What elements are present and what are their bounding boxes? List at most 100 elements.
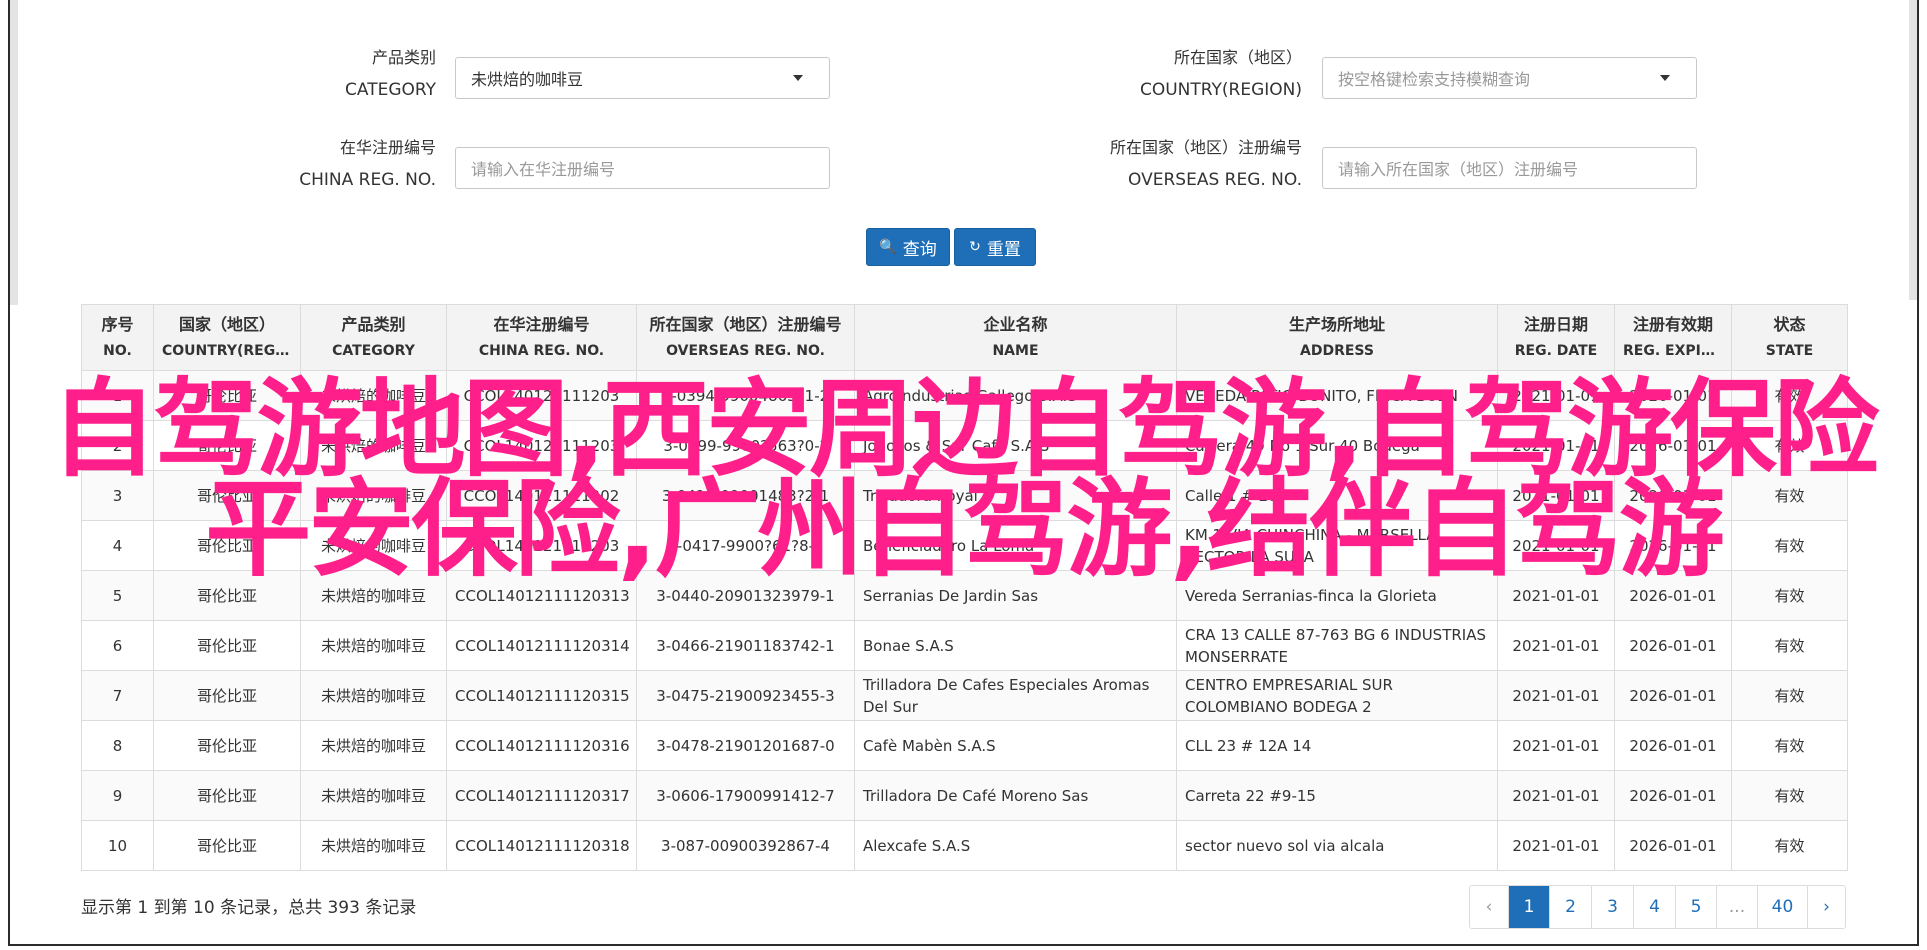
column-header-zh: 生产场所地址 xyxy=(1288,314,1385,334)
right-scrollbar[interactable] xyxy=(1909,0,1917,300)
china-reg-cell: CCOL14012111120317 xyxy=(446,770,637,821)
row-number: 9 xyxy=(81,770,154,821)
chevron-down-icon xyxy=(1660,75,1670,81)
column-header: 注册日期 REG. DATE xyxy=(1497,304,1615,371)
country-select[interactable]: 按空格键检索支持模糊查询 xyxy=(1322,57,1697,99)
column-header: 生产场所地址 ADDRESS xyxy=(1176,304,1498,371)
left-scrollbar[interactable] xyxy=(10,0,18,305)
address-cell: CLL 23 # 12A 14 xyxy=(1176,720,1498,771)
column-header-zh: 产品类别 xyxy=(341,314,406,334)
row-number: 6 xyxy=(81,620,154,671)
reg-date-cell: 2021-01-01 xyxy=(1497,370,1615,421)
reg-expire-cell: 2026-01-01 xyxy=(1614,820,1732,871)
reg-expire-cell: 2026-01-01 xyxy=(1614,770,1732,821)
overseas-reg-cell: 3-087-00900392867-4 xyxy=(636,820,855,871)
column-header-en: REG. EXPIRE ... xyxy=(1623,342,1723,359)
reset-button[interactable]: ↻ 重置 xyxy=(954,228,1036,266)
pagination-page[interactable]: 1 xyxy=(1508,886,1549,928)
name-cell: Jonocos & Sur Cafe S.A.S xyxy=(854,420,1177,471)
overseas-reg-label-zh: 所在国家（地区）注册编号 xyxy=(1109,138,1302,157)
reg-expire-cell: 2026-01-01 xyxy=(1614,720,1732,771)
pagination-next[interactable]: › xyxy=(1807,886,1845,928)
row-number: 2 xyxy=(81,420,154,471)
overseas-reg-cell: 3-0394-99004863?1-2 xyxy=(636,370,855,421)
china-reg-cell: CCOL14012111120313 xyxy=(446,570,637,621)
reg-expire-cell: 2026-01-01 xyxy=(1614,420,1732,471)
row-number: 10 xyxy=(81,820,154,871)
china-reg-cell: CCOL14012111120316 xyxy=(446,720,637,771)
column-header-zh: 注册有效期 xyxy=(1632,314,1713,334)
row-number: 3 xyxy=(81,470,154,521)
category-label: 产品类别 CATEGORY xyxy=(280,42,436,106)
country-label-en: COUNTRY(REGION) xyxy=(1139,80,1302,100)
category-cell: 未烘焙的咖啡豆 xyxy=(300,370,447,421)
column-header: 状态 STATE xyxy=(1731,304,1848,371)
column-header: 所在国家（地区）注册编号 OVERSEAS REG. NO. xyxy=(636,304,855,371)
category-cell: 未烘焙的咖啡豆 xyxy=(300,570,447,621)
refresh-icon: ↻ xyxy=(969,239,981,255)
column-header-zh: 注册日期 xyxy=(1523,314,1588,334)
overseas-reg-input[interactable]: 请输入所在国家（地区）注册编号 xyxy=(1322,147,1697,189)
category-label-zh: 产品类别 xyxy=(371,48,436,67)
address-cell: CENTRO EMPRESARIAL SUR COLOMBIANO BODEGA… xyxy=(1176,670,1498,721)
category-label-en: CATEGORY xyxy=(345,80,436,100)
china-reg-label: 在华注册编号 CHINA REG. NO. xyxy=(230,132,436,196)
column-header-en: NO. xyxy=(103,342,132,359)
address-cell: Carrera 49 No 1 Sur 40 Bodega xyxy=(1176,420,1498,471)
reg-expire-cell: 2026-01-01 xyxy=(1614,470,1732,521)
pagination-page[interactable]: 5 xyxy=(1675,886,1716,928)
reg-expire-cell: 2026-01-01 xyxy=(1614,570,1732,621)
pagination-page[interactable]: 3 xyxy=(1591,886,1633,928)
country-cell: 哥伦比亚 xyxy=(153,470,301,521)
china-reg-cell: CCOL14012111120315 xyxy=(446,670,637,721)
china-reg-label-zh: 在华注册编号 xyxy=(339,138,436,157)
china-reg-placeholder: 请输入在华注册编号 xyxy=(471,160,616,179)
overseas-reg-cell: 3-0417-9900?61?8-1 xyxy=(636,520,855,571)
reg-expire-cell: 2026-01-01 xyxy=(1614,370,1732,421)
category-cell: 未烘焙的咖啡豆 xyxy=(300,820,447,871)
column-header-zh: 所在国家（地区）注册编号 xyxy=(649,314,842,334)
table-row: 6 哥伦比亚 未烘焙的咖啡豆 CCOL14012111120314 3-0466-219… xyxy=(81,620,1848,671)
state-cell: 有效 xyxy=(1731,470,1848,521)
address-cell: Carreta 22 #9-15 xyxy=(1176,770,1498,821)
overseas-reg-cell: 3-0478-21901201687-0 xyxy=(636,720,855,771)
address-cell: KM 1 VIA CHINCHINA - MARSELLA SECTOR LA … xyxy=(1176,520,1498,571)
reg-date-cell: 2021-01-01 xyxy=(1497,570,1615,621)
reg-date-cell: 2021-01-01 xyxy=(1497,420,1615,471)
pagination-page[interactable]: 2 xyxy=(1549,886,1591,928)
china-reg-label-en: CHINA REG. NO. xyxy=(299,170,436,190)
state-cell: 有效 xyxy=(1731,620,1848,671)
column-header-en: COUNTRY(REGIO... xyxy=(162,342,292,359)
search-icon: 🔍 xyxy=(879,239,897,255)
column-header: 产品类别 CATEGORY xyxy=(300,304,447,371)
column-header-zh: 国家（地区） xyxy=(178,314,275,334)
china-reg-cell: CCOL14012111120318 xyxy=(446,820,637,871)
pagination: ‹ 1 2 3 4 5 ... 40 › xyxy=(1469,885,1846,929)
column-header-en: STATE xyxy=(1765,342,1814,359)
reset-button-label: 重置 xyxy=(986,239,1021,260)
column-header-zh: 企业名称 xyxy=(983,314,1048,334)
country-select-placeholder: 按空格键检索支持模糊查询 xyxy=(1338,70,1531,89)
state-cell: 有效 xyxy=(1731,370,1848,421)
column-header: 注册有效期 REG. EXPIRE ... xyxy=(1614,304,1732,371)
china-reg-cell: CCOL14012111120314 xyxy=(446,620,637,671)
pagination-page[interactable]: 40 xyxy=(1757,886,1807,928)
column-header-zh: 状态 xyxy=(1773,314,1806,334)
china-reg-input[interactable]: 请输入在华注册编号 xyxy=(455,147,830,189)
pagination-prev[interactable]: ‹ xyxy=(1470,886,1508,928)
column-header-en: REG. DATE xyxy=(1514,342,1598,359)
name-cell: Trilladora De Café Moreno Sas xyxy=(854,770,1177,821)
category-select[interactable]: 未烘焙的咖啡豆 xyxy=(455,57,830,99)
pagination-page[interactable]: 4 xyxy=(1633,886,1675,928)
category-cell: 未烘焙的咖啡豆 xyxy=(300,520,447,571)
search-button[interactable]: 🔍 查询 xyxy=(866,228,950,266)
name-cell: Cafè Mabèn S.A.S xyxy=(854,720,1177,771)
table-row: 2 哥伦比亚 未烘焙的咖啡豆 CCOL140121111203 3-0399-9900?… xyxy=(81,420,1848,471)
overseas-reg-cell: 3-0440-20901323979-1 xyxy=(636,570,855,621)
china-reg-cell: CCOL140121111202 xyxy=(446,470,637,521)
state-cell: 有效 xyxy=(1731,770,1848,821)
column-header: 企业名称 NAME xyxy=(854,304,1177,371)
country-cell: 哥伦比亚 xyxy=(153,670,301,721)
address-cell: VEREDA PATIO BONITO, FINCA BUEN xyxy=(1176,370,1498,421)
address-cell: CRA 13 CALLE 87-763 BG 6 INDUSTRIAS MONS… xyxy=(1176,620,1498,671)
